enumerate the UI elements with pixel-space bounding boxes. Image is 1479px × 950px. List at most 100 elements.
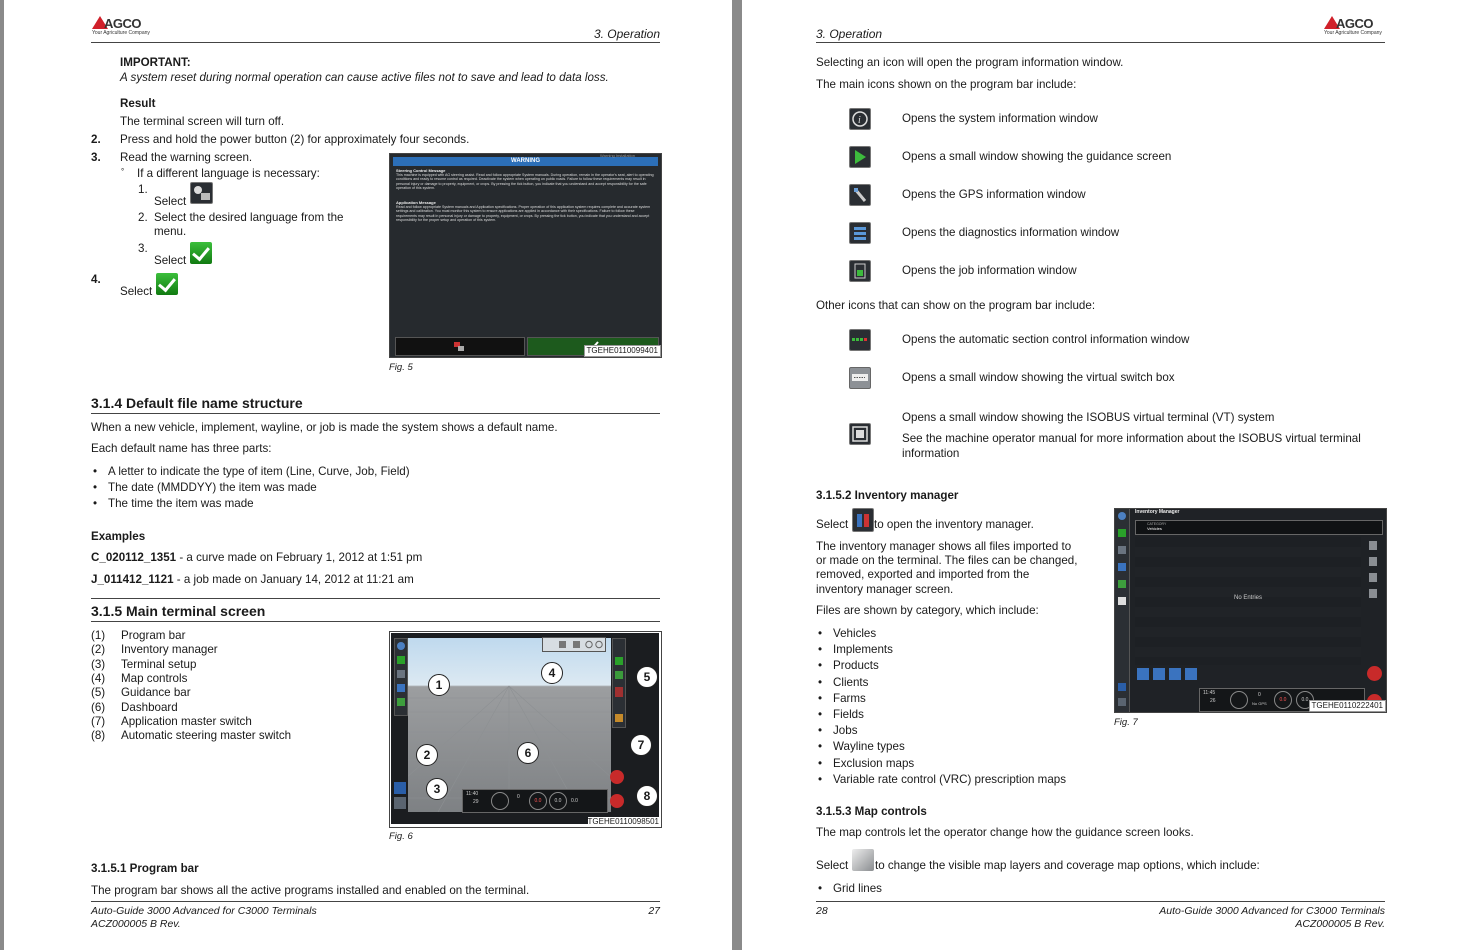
- inventory-paragraph-line: or made on the terminal. The files can b…: [816, 554, 1078, 567]
- guidance-bar[interactable]: [612, 638, 626, 728]
- language-button[interactable]: [395, 337, 525, 356]
- list-item: Variable rate control (VRC) prescription…: [816, 772, 1066, 788]
- inventory-manager-glyph: [857, 514, 869, 527]
- application-master-switch[interactable]: [1367, 666, 1382, 681]
- info-icon[interactable]: [397, 642, 405, 650]
- isobus-note-cont: information: [902, 447, 960, 460]
- list-item: Wayline types: [816, 739, 1066, 755]
- legend-num: (1): [91, 629, 106, 642]
- inventory-paragraph-line: The inventory manager shows all files im…: [816, 540, 1072, 553]
- section-control-glyph: [852, 338, 867, 341]
- substep-text: Select: [154, 195, 187, 208]
- inventory-manager-button[interactable]: [394, 782, 406, 794]
- dashboard-gauge: [1230, 691, 1248, 709]
- dashboard-gauge-value: 0.0: [529, 792, 547, 810]
- section-rule: [91, 413, 660, 414]
- inventory-tool-button[interactable]: [1137, 668, 1149, 680]
- info-icon[interactable]: [1118, 512, 1126, 520]
- isobus-vt-icon[interactable]: [1118, 597, 1126, 605]
- list-item: Vehicles: [816, 626, 1066, 642]
- language-icon: [190, 182, 213, 204]
- legend-label: Guidance bar: [121, 686, 191, 699]
- legend-label: Automatic steering master switch: [121, 729, 292, 742]
- logo-tagline: Your Agriculture Company: [1324, 30, 1382, 36]
- footer-title: Auto-Guide 3000 Advanced for C3000 Termi…: [91, 905, 317, 917]
- warning-title-bar: WARNING: [393, 157, 658, 166]
- step-number: 3.: [91, 151, 101, 164]
- dashboard-gauge-value: 0.0: [1274, 691, 1292, 709]
- category-selector[interactable]: CATEGORY Vehicles: [1135, 520, 1383, 535]
- empty-state: No Entries: [1233, 595, 1262, 601]
- terminal-setup-button[interactable]: [394, 797, 406, 809]
- program-bar[interactable]: [394, 638, 408, 716]
- dashboard-gauge-value: 0.0: [549, 792, 567, 810]
- guidance-bar-item[interactable]: [615, 671, 623, 679]
- gps-icon[interactable]: [397, 670, 405, 678]
- guidance-icon[interactable]: [1118, 529, 1126, 537]
- section-rule: [91, 598, 660, 599]
- important-text: A system reset during normal operation c…: [120, 71, 609, 84]
- icon-description: Opens a small window showing the ISOBUS …: [902, 411, 1275, 424]
- icon-description: Opens the automatic section control info…: [902, 333, 1190, 346]
- warning-para1: This machine is equipped with AG steerin…: [396, 173, 654, 190]
- program-bar[interactable]: [1115, 509, 1130, 712]
- example-code: J_011412_1121: [91, 573, 174, 586]
- sec314-paragraph: Each default name has three parts:: [91, 442, 272, 455]
- inventory-paragraph: Files are shown by category, which inclu…: [816, 604, 1039, 617]
- info-icon: i: [849, 108, 871, 130]
- header-rule: [816, 42, 1385, 43]
- substep-text: Select the desired language from the: [154, 211, 344, 224]
- diagnostics-glyph: [854, 227, 866, 240]
- list-item: Farms: [816, 691, 1066, 707]
- callout-1: 1: [428, 674, 450, 696]
- job-icon[interactable]: [1118, 580, 1126, 588]
- legend-label: Map controls: [121, 672, 188, 685]
- inventory-manager-button[interactable]: [1118, 683, 1126, 691]
- step-text: Press and hold the power button (2) for …: [120, 133, 470, 146]
- footer-rule: [816, 901, 1385, 902]
- example-line: C_020112_1351 - a curve made on February…: [91, 551, 422, 565]
- category-value: Vehicles: [1147, 526, 1162, 531]
- dashboard-day: 26: [1210, 698, 1216, 704]
- inventory-title: Inventory Manager: [1135, 509, 1180, 515]
- diagnostics-icon[interactable]: [1118, 563, 1126, 571]
- file-list[interactable]: No Entries: [1135, 537, 1361, 665]
- import-icon[interactable]: [1369, 541, 1377, 550]
- step-number: 4.: [91, 273, 101, 286]
- figure-5-caption: Fig. 5: [389, 362, 413, 373]
- header-section: 3. Operation: [593, 27, 660, 41]
- inventory-tool-button[interactable]: [1169, 668, 1181, 680]
- footer-rule: [91, 901, 660, 902]
- step-text: Read the warning screen.: [120, 151, 253, 164]
- gps-icon[interactable]: [1118, 546, 1126, 554]
- accept-check-icon: [190, 242, 212, 264]
- legend-num: (6): [91, 701, 106, 714]
- legend-label: Dashboard: [121, 701, 178, 714]
- export-icon[interactable]: [1369, 589, 1377, 598]
- list-item: A letter to indicate the type of item (L…: [91, 464, 410, 480]
- sec314-paragraph: When a new vehicle, implement, wayline, …: [91, 421, 558, 434]
- guidance-icon[interactable]: [397, 656, 405, 664]
- figure-5-id: TGEHE0110099401: [583, 345, 661, 357]
- job-icon[interactable]: [397, 698, 405, 706]
- diagnostics-icon[interactable]: [397, 684, 405, 692]
- sub-bullet-marker: °: [121, 167, 125, 176]
- terminal-setup-button[interactable]: [1118, 698, 1126, 706]
- guidance-bar-item[interactable]: [615, 714, 623, 722]
- guidance-bar-item[interactable]: [615, 657, 623, 665]
- delete-icon[interactable]: [1369, 573, 1377, 582]
- legend-num: (2): [91, 643, 106, 656]
- example-desc: - a job made on January 14, 2012 at 11:2…: [173, 573, 414, 586]
- icon-description: Opens a small window showing the virtual…: [902, 371, 1175, 384]
- steering-master-switch[interactable]: [610, 794, 624, 808]
- inventory-tool-button[interactable]: [1185, 668, 1197, 680]
- inventory-tool-button[interactable]: [1153, 668, 1165, 680]
- edit-icon[interactable]: [1369, 557, 1377, 566]
- dashboard-time: 11:40: [466, 791, 479, 797]
- header-section: 3. Operation: [816, 27, 883, 41]
- figure-6-caption: Fig. 6: [389, 831, 413, 842]
- map-controls-bar[interactable]: [542, 637, 606, 652]
- substep-number: 3.: [138, 242, 148, 255]
- guidance-bar-item[interactable]: [615, 687, 623, 697]
- application-master-switch[interactable]: [610, 770, 624, 784]
